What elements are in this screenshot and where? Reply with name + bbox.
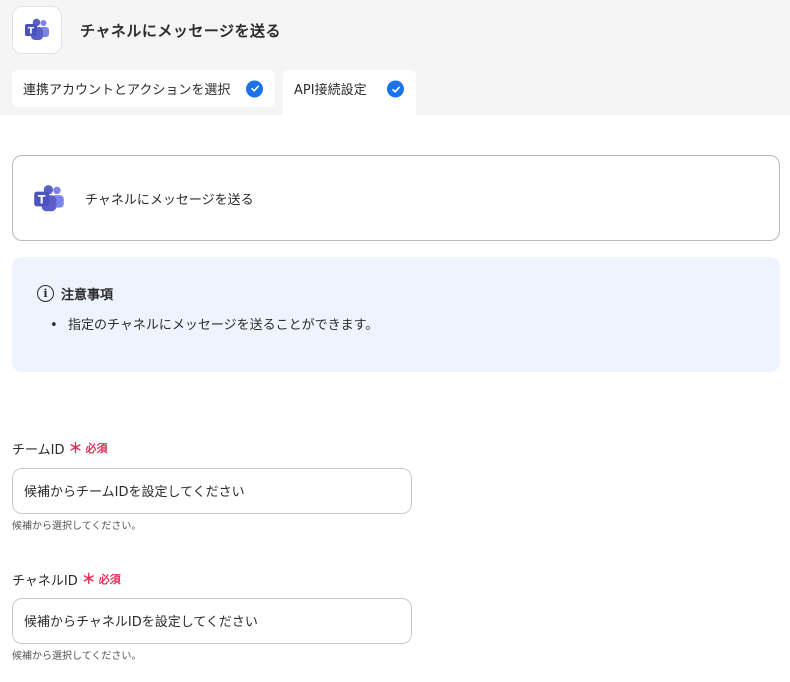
check-circle-icon <box>246 80 263 97</box>
info-icon: i <box>37 285 54 302</box>
team-id-input[interactable]: 候補からチームIDを設定してください <box>12 468 412 514</box>
app-icon-container: T <box>12 6 62 54</box>
team-id-help: 候補から選択してください。 <box>12 521 142 532</box>
notice-title: 注意事項 <box>61 288 114 303</box>
field-label-text: チャネルID <box>12 573 78 589</box>
notice-box: i 注意事項 指定のチャネルにメッセージを送ることができます。 <box>12 257 780 372</box>
selected-action-card[interactable]: T チャネルにメッセージを送る <box>12 155 780 241</box>
team-id-label: チームID ＊ 必須 <box>12 438 107 458</box>
field-label-text: チームID <box>12 442 65 458</box>
tab-api-settings[interactable]: API接続設定 <box>283 70 416 115</box>
tab-account-action[interactable]: 連携アカウントとアクションを選択 <box>12 70 275 107</box>
channel-id-input[interactable]: 候補からチャネルIDを設定してください <box>12 598 412 644</box>
header-area: T チャネルにメッセージを送る 連携アカウントとアクションを選択 API接続設定 <box>0 0 790 115</box>
tab-label: 連携アカウントとアクションを選択 <box>23 83 231 98</box>
channel-id-label: チャネルID ＊ 必須 <box>12 569 121 589</box>
action-label: チャネルにメッセージを送る <box>85 193 254 208</box>
required-asterisk: ＊ <box>68 441 83 457</box>
channel-id-help: 候補から選択してください。 <box>12 651 142 662</box>
required-badge: 必須 <box>85 442 108 455</box>
svg-text:T: T <box>38 193 46 206</box>
required-badge: 必須 <box>98 573 121 586</box>
svg-text:T: T <box>28 27 35 37</box>
microsoft-teams-icon: T <box>25 18 49 40</box>
notice-list: 指定のチャネルにメッセージを送ることができます。 <box>50 314 378 333</box>
notice-item: 指定のチャネルにメッセージを送ることができます。 <box>50 314 378 333</box>
tab-label: API接続設定 <box>294 83 367 98</box>
check-circle-icon <box>387 80 404 98</box>
page-title: チャネルにメッセージを送る <box>80 22 282 40</box>
required-asterisk: ＊ <box>81 572 96 588</box>
notice-header: i 注意事項 <box>37 284 113 303</box>
microsoft-teams-icon: T <box>34 185 64 212</box>
